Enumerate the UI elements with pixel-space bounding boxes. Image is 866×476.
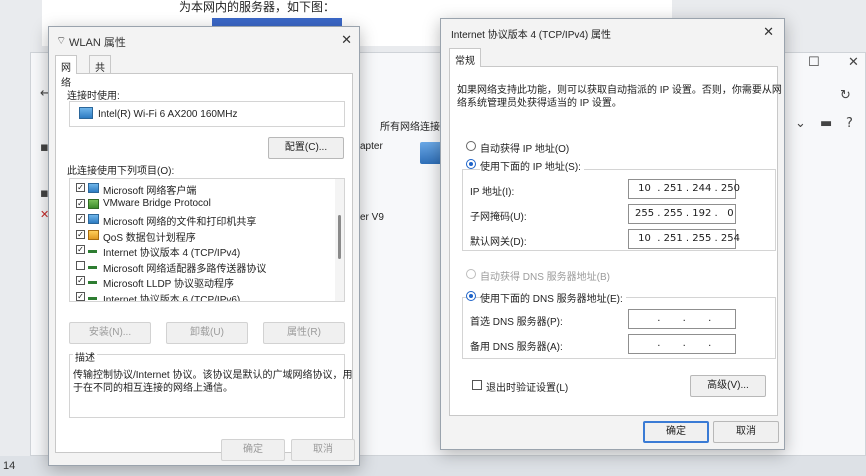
protocol-icon (88, 296, 97, 300)
item-label: Microsoft 网络客户端 (103, 186, 197, 197)
adapter-text: apter (360, 141, 383, 152)
list-scrollbar[interactable] (335, 179, 344, 301)
list-item[interactable]: ✓ Microsoft 网络的文件和打印机共享 (70, 212, 336, 228)
list-item[interactable]: ✓ VMware Bridge Protocol (70, 197, 336, 213)
ipv4-properties-window: Internet 协议版本 4 (TCP/IPv4) 属性 ✕ 常规 如果网络支… (440, 18, 785, 450)
item-label: Microsoft LLDP 协议驱动程序 (103, 279, 234, 290)
network-tab-panel: 连接时使用: Intel(R) Wi-Fi 6 AX200 160MHz 配置(… (55, 73, 353, 453)
item-label: VMware Bridge Protocol (103, 197, 211, 209)
window-title: WLAN 属性 (69, 37, 126, 49)
item-label: Microsoft 网络适配器多路传送器协议 (103, 263, 267, 275)
title-bar[interactable]: ⌔ WLAN 属性 ✕ (49, 27, 359, 57)
list-item[interactable]: ✓ Microsoft 网络客户端 (70, 181, 336, 197)
protocol-icon (88, 250, 97, 253)
validate-checkbox[interactable] (472, 380, 482, 390)
default-gateway-field[interactable]: 10 . 251 . 255 . 254 (628, 229, 740, 249)
default-gateway-label: 默认网关(D): (470, 237, 527, 248)
item-checkbox[interactable]: ✓ (76, 291, 85, 301)
refresh-icon[interactable]: ↻ (840, 88, 851, 103)
uninstall-button[interactable]: 卸载(U) (166, 322, 248, 344)
auto-ip-label[interactable]: 自动获得 IP 地址(O) (480, 140, 569, 155)
item-label: Internet 协议版本 4 (TCP/IPv4) (103, 248, 241, 259)
tab-network[interactable]: 网络 (55, 55, 77, 89)
install-button[interactable]: 安装(N)... (69, 322, 151, 344)
manual-ip-label[interactable]: 使用下面的 IP 地址(S): (480, 158, 584, 173)
adapter-version-text: er V9 (360, 212, 384, 223)
item-checkbox[interactable] (76, 260, 85, 270)
close-icon[interactable]: ✕ (341, 32, 352, 48)
configure-button[interactable]: 配置(C)... (268, 137, 344, 159)
taskbar-text: 14 (3, 460, 16, 472)
item-label: QoS 数据包计划程序 (103, 232, 196, 244)
items-label: 此连接使用下列项目(O): (67, 166, 175, 177)
wlan-properties-window: ⌔ WLAN 属性 ✕ 网络 共享 连接时使用: Intel(R) Wi-Fi … (48, 26, 360, 466)
list-item[interactable]: ✓ Microsoft LLDP 协议驱动程序 (70, 274, 336, 290)
manual-ip-radio[interactable] (466, 159, 476, 169)
list-item[interactable]: Microsoft 网络适配器多路传送器协议 (70, 259, 336, 275)
qos-icon (88, 229, 99, 240)
item-checkbox[interactable]: ✓ (76, 245, 85, 254)
maximize-icon[interactable]: ☐ (808, 55, 820, 70)
advanced-button[interactable]: 高级(V)... (690, 375, 766, 397)
preferred-dns-field[interactable]: . . . (628, 309, 736, 329)
cancel-button[interactable]: 取消 (713, 421, 779, 443)
subnet-mask-field[interactable]: 255 . 255 . 192 . 0 (628, 204, 736, 224)
ip-address-field[interactable]: 10 . 251 . 244 . 250 (628, 179, 740, 199)
validate-label[interactable]: 退出时验证设置(L) (486, 379, 568, 394)
auto-dns-label[interactable]: 自动获得 DNS 服务器地址(B) (480, 268, 610, 283)
subnet-mask-label: 子网掩码(U): (470, 212, 527, 223)
close-icon[interactable]: ✕ (763, 24, 774, 40)
title-bar[interactable]: Internet 协议版本 4 (TCP/IPv4) 属性 ✕ (441, 19, 784, 49)
description-text-line-2: 于在不同的相互连接的网络上通信。 (73, 383, 233, 394)
network-client-icon (88, 183, 99, 193)
view-icon[interactable]: ▬ (820, 116, 832, 131)
item-checkbox[interactable]: ✓ (76, 276, 85, 285)
auto-dns-radio[interactable] (466, 269, 476, 279)
item-label: Microsoft 网络的文件和打印机共享 (103, 217, 257, 228)
adapter-icon (79, 107, 93, 119)
properties-button[interactable]: 属性(R) (263, 322, 345, 344)
ip-address-label: IP 地址(I): (470, 187, 515, 198)
item-checkbox[interactable]: ✓ (76, 183, 85, 192)
connect-using-label: 连接时使用: (67, 91, 120, 102)
tab-sharing[interactable]: 共享 (89, 55, 111, 89)
ok-button[interactable]: 确定 (643, 421, 709, 443)
adapter-name: Intel(R) Wi-Fi 6 AX200 160MHz (98, 109, 238, 120)
protocol-icon (88, 281, 97, 284)
list-item[interactable]: ✓ Internet 协议版本 6 (TCP/IPv6) (70, 290, 336, 302)
description-label: 描述 (73, 349, 97, 364)
auto-ip-radio[interactable] (466, 141, 476, 151)
list-item[interactable]: ✓ Internet 协议版本 4 (TCP/IPv4) (70, 243, 336, 259)
wifi-icon: ⌔ (56, 35, 67, 47)
alternate-dns-field[interactable]: . . . (628, 334, 736, 354)
protocol-icon (88, 265, 97, 269)
list-item[interactable]: ✓ QoS 数据包计划程序 (70, 228, 336, 244)
alternate-dns-label: 备用 DNS 服务器(A): (470, 342, 563, 353)
intro-text-line-2: 络系统管理员处获得适当的 IP 设置。 (457, 98, 622, 109)
scrollbar-thumb[interactable] (338, 215, 341, 259)
cancel-button[interactable]: 取消 (291, 439, 355, 461)
tab-general[interactable]: 常规 (449, 48, 481, 67)
file-share-icon (88, 214, 99, 224)
preferred-dns-label: 首选 DNS 服务器(P): (470, 317, 563, 328)
ok-button[interactable]: 确定 (221, 439, 285, 461)
general-tab-panel: 如果网络支持此功能，则可以获取自动指派的 IP 设置。否则，你需要从网 络系统管… (449, 66, 782, 416)
document-text: 为本网内的服务器，如下图： (179, 0, 336, 14)
manual-dns-radio[interactable] (466, 291, 476, 301)
adapter-display: Intel(R) Wi-Fi 6 AX200 160MHz (69, 101, 345, 127)
items-list[interactable]: ✓ Microsoft 网络客户端 ✓ VMware Bridge Protoc… (69, 178, 345, 302)
item-label: Internet 协议版本 6 (TCP/IPv6) (103, 294, 241, 302)
help-icon[interactable]: ? (846, 116, 853, 131)
item-checkbox[interactable]: ✓ (76, 229, 85, 239)
close-icon[interactable]: ✕ (848, 55, 859, 70)
item-checkbox[interactable]: ✓ (76, 214, 85, 223)
chevron-down-icon[interactable]: ⌄ (795, 116, 806, 131)
item-checkbox[interactable]: ✓ (76, 198, 85, 208)
manual-dns-label[interactable]: 使用下面的 DNS 服务器地址(E): (480, 290, 626, 305)
protocol-icon (88, 198, 99, 209)
window-title: Internet 协议版本 4 (TCP/IPv4) 属性 (451, 30, 612, 41)
